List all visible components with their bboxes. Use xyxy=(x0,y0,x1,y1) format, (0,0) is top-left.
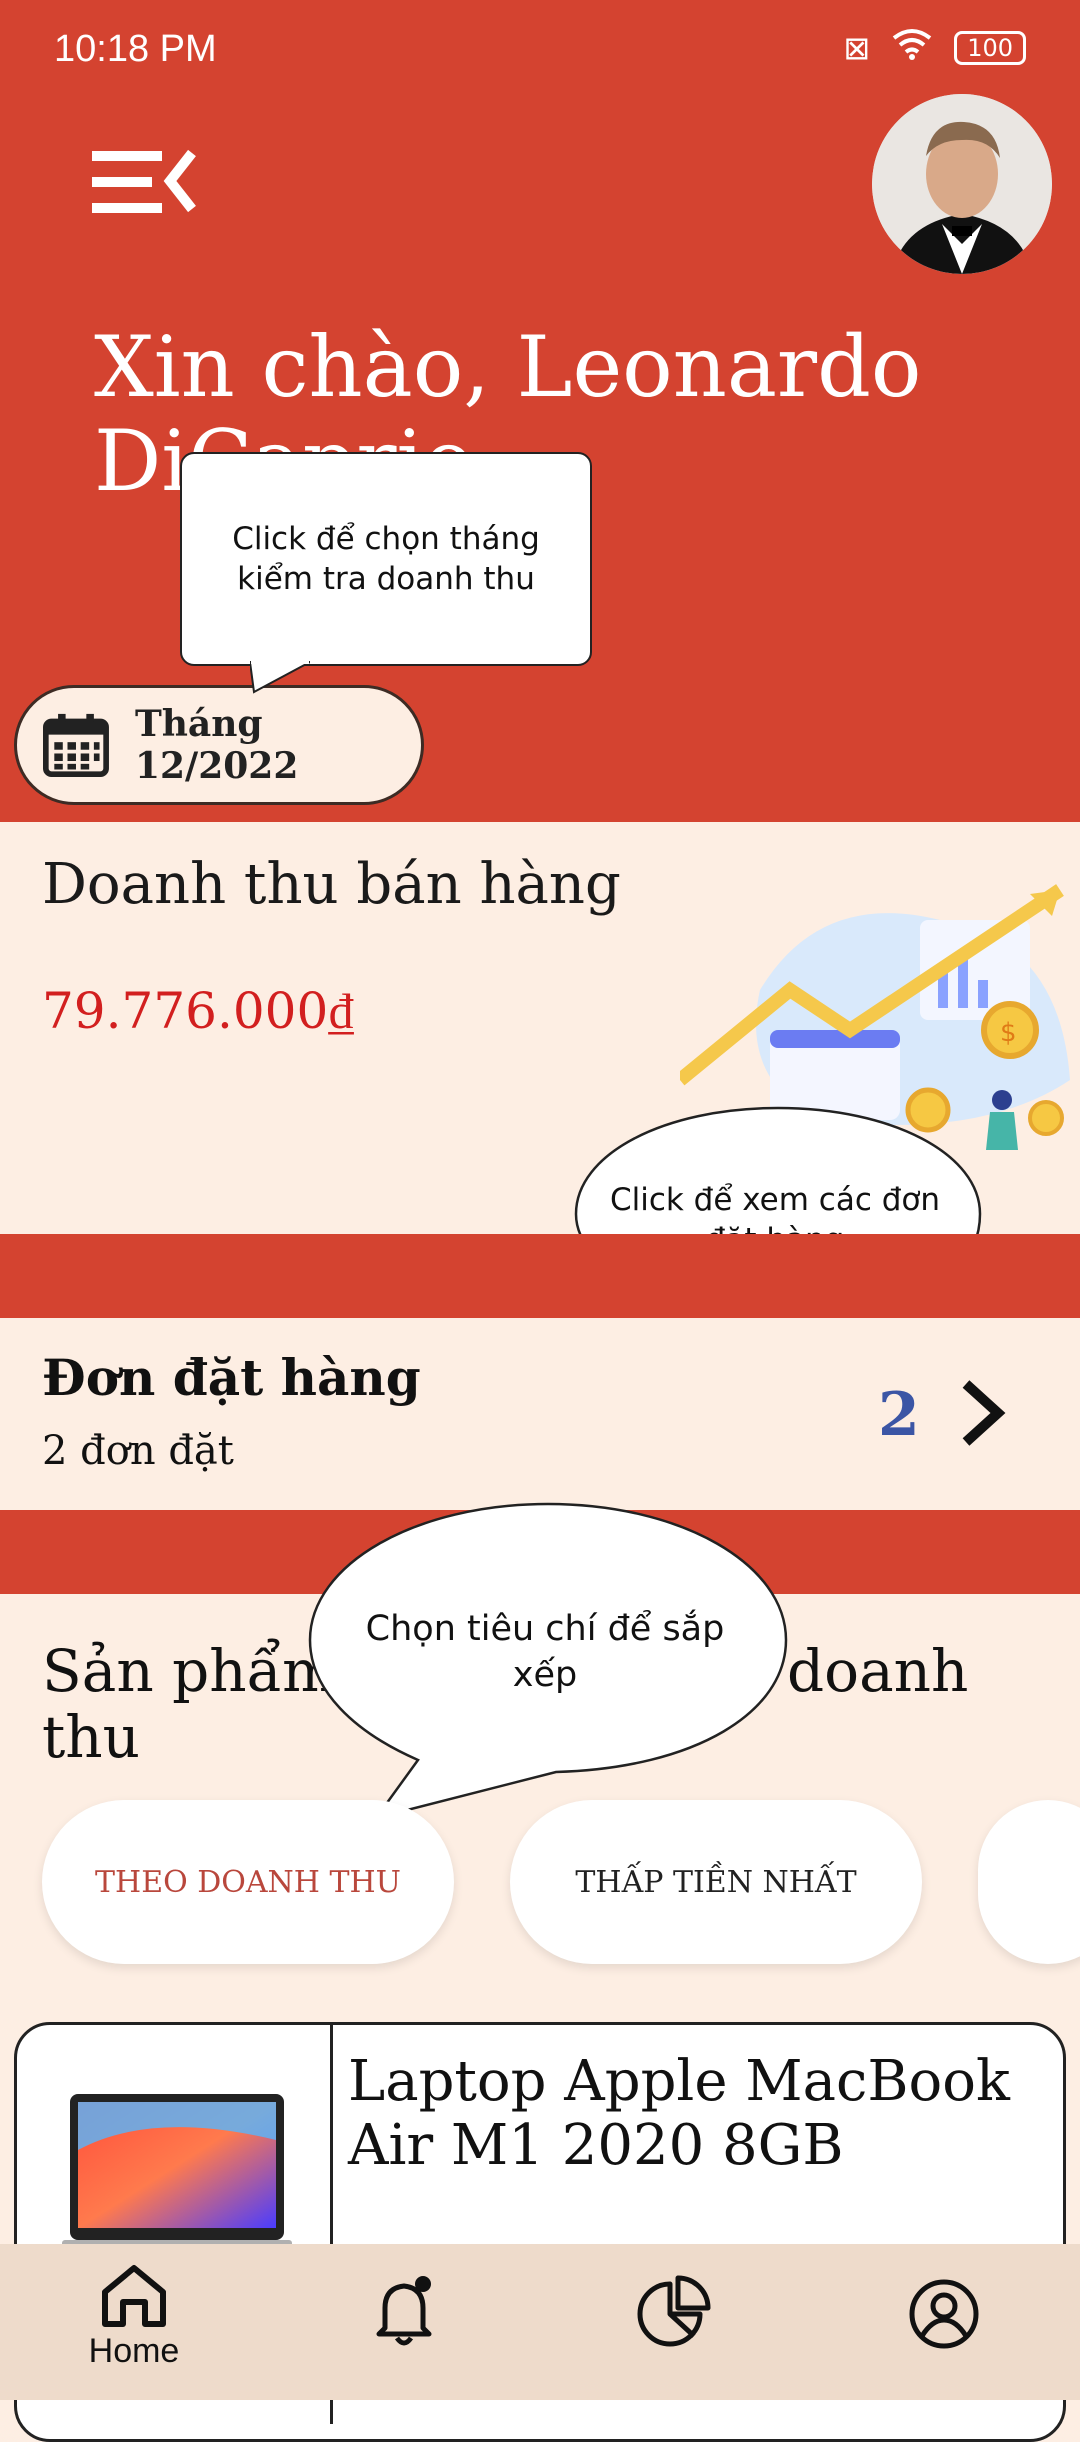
nav-profile[interactable] xyxy=(884,2262,1004,2382)
battery-icon: 100 xyxy=(954,31,1026,65)
sort-chip-by-revenue[interactable]: THEO DOANH THU xyxy=(42,1800,454,1964)
home-icon xyxy=(102,2265,166,2327)
menu-collapse-icon[interactable] xyxy=(92,145,202,219)
chevron-right-icon[interactable] xyxy=(958,1378,1008,1448)
sim-off-icon: ⊠ xyxy=(843,29,871,67)
month-tooltip: Click để chọn tháng kiểm tra doanh thu xyxy=(180,452,592,666)
month-tooltip-text: Click để chọn tháng kiểm tra doanh thu xyxy=(232,521,540,597)
orders-count: 2 xyxy=(878,1380,920,1450)
nav-notifications[interactable] xyxy=(346,2262,466,2382)
revenue-value: 79.776.000₫ xyxy=(42,982,354,1040)
svg-text:$: $ xyxy=(1000,1018,1017,1048)
orders-title: Đơn đặt hàng xyxy=(42,1348,421,1407)
pie-chart-icon xyxy=(637,2275,711,2347)
product-name: Laptop Apple MacBook Air M1 2020 8GB xyxy=(348,2049,1010,2178)
sort-chip-more[interactable] xyxy=(978,1800,1080,1964)
user-icon xyxy=(909,2279,979,2349)
sort-tooltip-text: Chọn tiêu chí để sắp xếp xyxy=(365,1609,725,1695)
month-selector[interactable]: Tháng 12/2022 xyxy=(14,685,424,805)
nav-statistics[interactable] xyxy=(614,2262,734,2382)
status-time: 10:18 PM xyxy=(54,28,217,70)
nav-home-label: Home xyxy=(88,2332,180,2370)
status-icons: ⊠ 100 xyxy=(843,28,1026,68)
month-label: Tháng 12/2022 xyxy=(134,703,299,787)
bell-icon xyxy=(376,2276,432,2346)
wifi-icon xyxy=(892,28,932,68)
laptop-image xyxy=(62,2094,292,2248)
orders-subtitle: 2 đơn đặt xyxy=(42,1428,234,1474)
nav-home[interactable]: Home xyxy=(74,2262,194,2382)
section-divider-band xyxy=(0,1234,1080,1318)
revenue-title: Doanh thu bán hàng xyxy=(42,852,621,917)
avatar[interactable] xyxy=(872,94,1052,274)
calendar-icon xyxy=(43,713,109,778)
sort-chip-lowest-price[interactable]: THẤP TIỀN NHẤT xyxy=(510,1800,922,1964)
tooltip-tail xyxy=(250,660,310,694)
